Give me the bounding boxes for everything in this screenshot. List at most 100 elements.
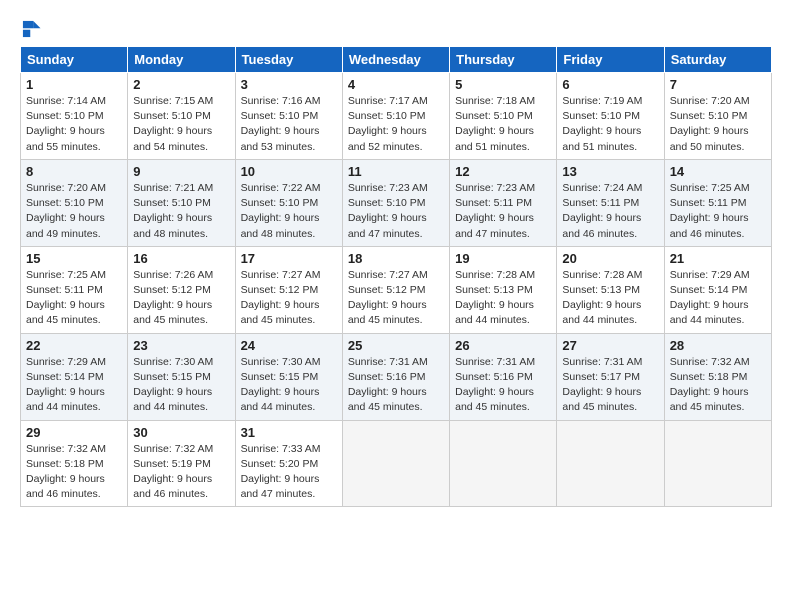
calendar-cell: 9 Sunrise: 7:21 AMSunset: 5:10 PMDayligh… [128,159,235,246]
calendar-cell: 29 Sunrise: 7:32 AMSunset: 5:18 PMDaylig… [21,420,128,507]
calendar-cell: 27 Sunrise: 7:31 AMSunset: 5:17 PMDaylig… [557,333,664,420]
calendar-cell: 21 Sunrise: 7:29 AMSunset: 5:14 PMDaylig… [664,246,771,333]
day-info: Sunrise: 7:17 AMSunset: 5:10 PMDaylight:… [348,95,428,153]
day-number: 20 [562,251,658,266]
day-info: Sunrise: 7:20 AMSunset: 5:10 PMDaylight:… [26,182,106,240]
day-info: Sunrise: 7:20 AMSunset: 5:10 PMDaylight:… [670,95,750,153]
calendar-cell: 18 Sunrise: 7:27 AMSunset: 5:12 PMDaylig… [342,246,449,333]
day-number: 16 [133,251,229,266]
col-monday: Monday [128,47,235,73]
calendar-table: Sunday Monday Tuesday Wednesday Thursday… [20,46,772,507]
day-number: 24 [241,338,337,353]
calendar-cell: 4 Sunrise: 7:17 AMSunset: 5:10 PMDayligh… [342,73,449,160]
day-number: 15 [26,251,122,266]
calendar-cell: 15 Sunrise: 7:25 AMSunset: 5:11 PMDaylig… [21,246,128,333]
col-friday: Friday [557,47,664,73]
calendar-cell: 17 Sunrise: 7:27 AMSunset: 5:12 PMDaylig… [235,246,342,333]
day-number: 10 [241,164,337,179]
day-number: 23 [133,338,229,353]
day-number: 27 [562,338,658,353]
calendar-cell: 12 Sunrise: 7:23 AMSunset: 5:11 PMDaylig… [450,159,557,246]
day-info: Sunrise: 7:33 AMSunset: 5:20 PMDaylight:… [241,443,321,501]
day-info: Sunrise: 7:28 AMSunset: 5:13 PMDaylight:… [562,269,642,327]
day-info: Sunrise: 7:15 AMSunset: 5:10 PMDaylight:… [133,95,213,153]
day-info: Sunrise: 7:29 AMSunset: 5:14 PMDaylight:… [670,269,750,327]
day-number: 8 [26,164,122,179]
calendar-cell: 3 Sunrise: 7:16 AMSunset: 5:10 PMDayligh… [235,73,342,160]
calendar-cell: 16 Sunrise: 7:26 AMSunset: 5:12 PMDaylig… [128,246,235,333]
day-number: 1 [26,77,122,92]
calendar-cell: 13 Sunrise: 7:24 AMSunset: 5:11 PMDaylig… [557,159,664,246]
day-info: Sunrise: 7:27 AMSunset: 5:12 PMDaylight:… [348,269,428,327]
day-info: Sunrise: 7:30 AMSunset: 5:15 PMDaylight:… [241,356,321,414]
calendar-cell: 14 Sunrise: 7:25 AMSunset: 5:11 PMDaylig… [664,159,771,246]
logo-icon [20,18,42,40]
day-info: Sunrise: 7:27 AMSunset: 5:12 PMDaylight:… [241,269,321,327]
calendar-cell: 20 Sunrise: 7:28 AMSunset: 5:13 PMDaylig… [557,246,664,333]
col-thursday: Thursday [450,47,557,73]
day-number: 19 [455,251,551,266]
day-info: Sunrise: 7:28 AMSunset: 5:13 PMDaylight:… [455,269,535,327]
day-number: 26 [455,338,551,353]
day-info: Sunrise: 7:22 AMSunset: 5:10 PMDaylight:… [241,182,321,240]
calendar-cell [664,420,771,507]
day-info: Sunrise: 7:18 AMSunset: 5:10 PMDaylight:… [455,95,535,153]
calendar-cell: 26 Sunrise: 7:31 AMSunset: 5:16 PMDaylig… [450,333,557,420]
calendar-header-row: Sunday Monday Tuesday Wednesday Thursday… [21,47,772,73]
header [20,18,772,40]
day-number: 25 [348,338,444,353]
day-info: Sunrise: 7:32 AMSunset: 5:18 PMDaylight:… [670,356,750,414]
logo [20,18,46,40]
day-info: Sunrise: 7:25 AMSunset: 5:11 PMDaylight:… [26,269,106,327]
day-number: 5 [455,77,551,92]
day-number: 28 [670,338,766,353]
day-number: 29 [26,425,122,440]
calendar-cell: 31 Sunrise: 7:33 AMSunset: 5:20 PMDaylig… [235,420,342,507]
day-info: Sunrise: 7:31 AMSunset: 5:16 PMDaylight:… [348,356,428,414]
calendar-cell: 11 Sunrise: 7:23 AMSunset: 5:10 PMDaylig… [342,159,449,246]
day-info: Sunrise: 7:19 AMSunset: 5:10 PMDaylight:… [562,95,642,153]
day-info: Sunrise: 7:23 AMSunset: 5:11 PMDaylight:… [455,182,535,240]
calendar-cell [557,420,664,507]
calendar-cell [342,420,449,507]
day-info: Sunrise: 7:31 AMSunset: 5:17 PMDaylight:… [562,356,642,414]
day-number: 14 [670,164,766,179]
page: Sunday Monday Tuesday Wednesday Thursday… [0,0,792,517]
day-number: 21 [670,251,766,266]
col-sunday: Sunday [21,47,128,73]
calendar-cell: 2 Sunrise: 7:15 AMSunset: 5:10 PMDayligh… [128,73,235,160]
day-number: 12 [455,164,551,179]
calendar-cell: 7 Sunrise: 7:20 AMSunset: 5:10 PMDayligh… [664,73,771,160]
calendar-cell: 28 Sunrise: 7:32 AMSunset: 5:18 PMDaylig… [664,333,771,420]
day-info: Sunrise: 7:32 AMSunset: 5:18 PMDaylight:… [26,443,106,501]
day-info: Sunrise: 7:25 AMSunset: 5:11 PMDaylight:… [670,182,750,240]
day-number: 4 [348,77,444,92]
calendar-cell: 1 Sunrise: 7:14 AMSunset: 5:10 PMDayligh… [21,73,128,160]
day-number: 13 [562,164,658,179]
day-info: Sunrise: 7:29 AMSunset: 5:14 PMDaylight:… [26,356,106,414]
day-info: Sunrise: 7:21 AMSunset: 5:10 PMDaylight:… [133,182,213,240]
day-number: 18 [348,251,444,266]
day-info: Sunrise: 7:32 AMSunset: 5:19 PMDaylight:… [133,443,213,501]
calendar-cell: 10 Sunrise: 7:22 AMSunset: 5:10 PMDaylig… [235,159,342,246]
day-number: 2 [133,77,229,92]
day-number: 17 [241,251,337,266]
day-info: Sunrise: 7:16 AMSunset: 5:10 PMDaylight:… [241,95,321,153]
day-number: 7 [670,77,766,92]
day-number: 31 [241,425,337,440]
col-saturday: Saturday [664,47,771,73]
calendar-cell: 8 Sunrise: 7:20 AMSunset: 5:10 PMDayligh… [21,159,128,246]
calendar-cell: 30 Sunrise: 7:32 AMSunset: 5:19 PMDaylig… [128,420,235,507]
day-info: Sunrise: 7:26 AMSunset: 5:12 PMDaylight:… [133,269,213,327]
calendar-cell: 5 Sunrise: 7:18 AMSunset: 5:10 PMDayligh… [450,73,557,160]
day-info: Sunrise: 7:23 AMSunset: 5:10 PMDaylight:… [348,182,428,240]
day-number: 22 [26,338,122,353]
calendar-cell: 25 Sunrise: 7:31 AMSunset: 5:16 PMDaylig… [342,333,449,420]
day-info: Sunrise: 7:24 AMSunset: 5:11 PMDaylight:… [562,182,642,240]
day-number: 9 [133,164,229,179]
calendar-cell: 19 Sunrise: 7:28 AMSunset: 5:13 PMDaylig… [450,246,557,333]
calendar-cell [450,420,557,507]
calendar-cell: 6 Sunrise: 7:19 AMSunset: 5:10 PMDayligh… [557,73,664,160]
day-number: 11 [348,164,444,179]
col-tuesday: Tuesday [235,47,342,73]
